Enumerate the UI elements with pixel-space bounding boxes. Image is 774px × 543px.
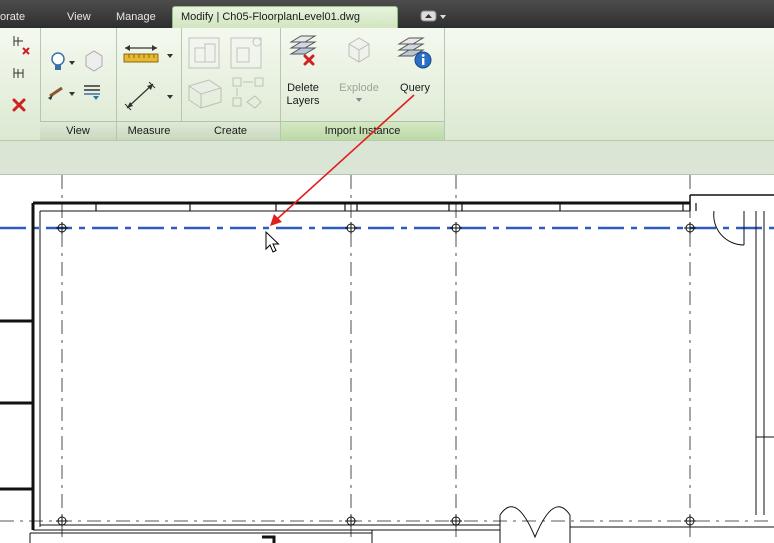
panel-title-import-instance: Import Instance [281, 121, 444, 140]
query-label: Query [400, 82, 430, 94]
cursor-arrow-icon [265, 230, 280, 253]
left-window-segments [0, 319, 33, 491]
ribbon-minimize-toggle[interactable] [420, 9, 450, 23]
unpin-icon[interactable] [13, 68, 24, 78]
query-icon [397, 37, 432, 69]
assembly-icon[interactable] [232, 77, 264, 109]
explode-dropdown-icon [356, 98, 362, 102]
options-bar [0, 141, 774, 175]
bottom-walls [29, 530, 373, 543]
panel-view: View [40, 28, 117, 140]
drawing-canvas[interactable] [0, 175, 774, 543]
tab-modify-dwg[interactable]: Modify | Ch05-FloorplanLevel01.dwg [172, 6, 398, 30]
lightbulb-icon[interactable] [51, 52, 75, 70]
paintbrush-icon[interactable] [48, 86, 75, 100]
hide-element-icon[interactable] [85, 50, 103, 72]
panel-title-measure: Measure [117, 121, 181, 140]
right-edge-structure [713, 210, 774, 515]
panel-import-instance: Delete Layers Explode Query Import Insta… [281, 28, 445, 140]
explode-label: Explode [339, 82, 379, 94]
delete-layers-icon [289, 35, 317, 66]
walls [31, 194, 774, 531]
delete-layers-button[interactable]: Delete Layers [283, 30, 327, 120]
double-door [499, 506, 571, 543]
grid-intersection-markers [56, 222, 696, 527]
delete-layers-label-1: Delete [287, 82, 319, 94]
measure-ruler-icon[interactable] [123, 45, 173, 63]
floorplan-drawing [0, 175, 774, 543]
ribbon-tab-bar: orate View Manage Modify | Ch05-Floorpla… [0, 0, 774, 30]
panel-create: Create [181, 28, 281, 140]
query-button[interactable]: Query [391, 30, 439, 120]
tab-view[interactable]: View [67, 7, 91, 28]
pin-icon[interactable] [13, 36, 30, 55]
panel-title-view: View [40, 121, 116, 140]
panel-title-create: Create [181, 121, 280, 140]
delete-icon[interactable] [12, 98, 26, 112]
dimension-icon[interactable] [124, 81, 173, 111]
create-parts-icon[interactable] [187, 79, 223, 109]
create-group-icon[interactable] [188, 37, 220, 69]
explode-button[interactable]: Explode [331, 30, 387, 120]
tab-manage[interactable]: Manage [116, 7, 156, 28]
panel-measure: Measure [117, 28, 182, 140]
delete-layers-label-2: Layers [286, 95, 320, 107]
linework-icon[interactable] [84, 85, 100, 100]
panel-modify-partial [0, 28, 41, 140]
ribbon-toggle-icon [420, 10, 446, 22]
vertical-grid-lines [61, 175, 691, 543]
explode-icon [348, 37, 370, 63]
ribbon: View Measure Create Delete Layers Explod… [0, 28, 774, 141]
tab-collaborate[interactable]: orate [0, 7, 25, 28]
component-icon[interactable] [230, 37, 262, 69]
